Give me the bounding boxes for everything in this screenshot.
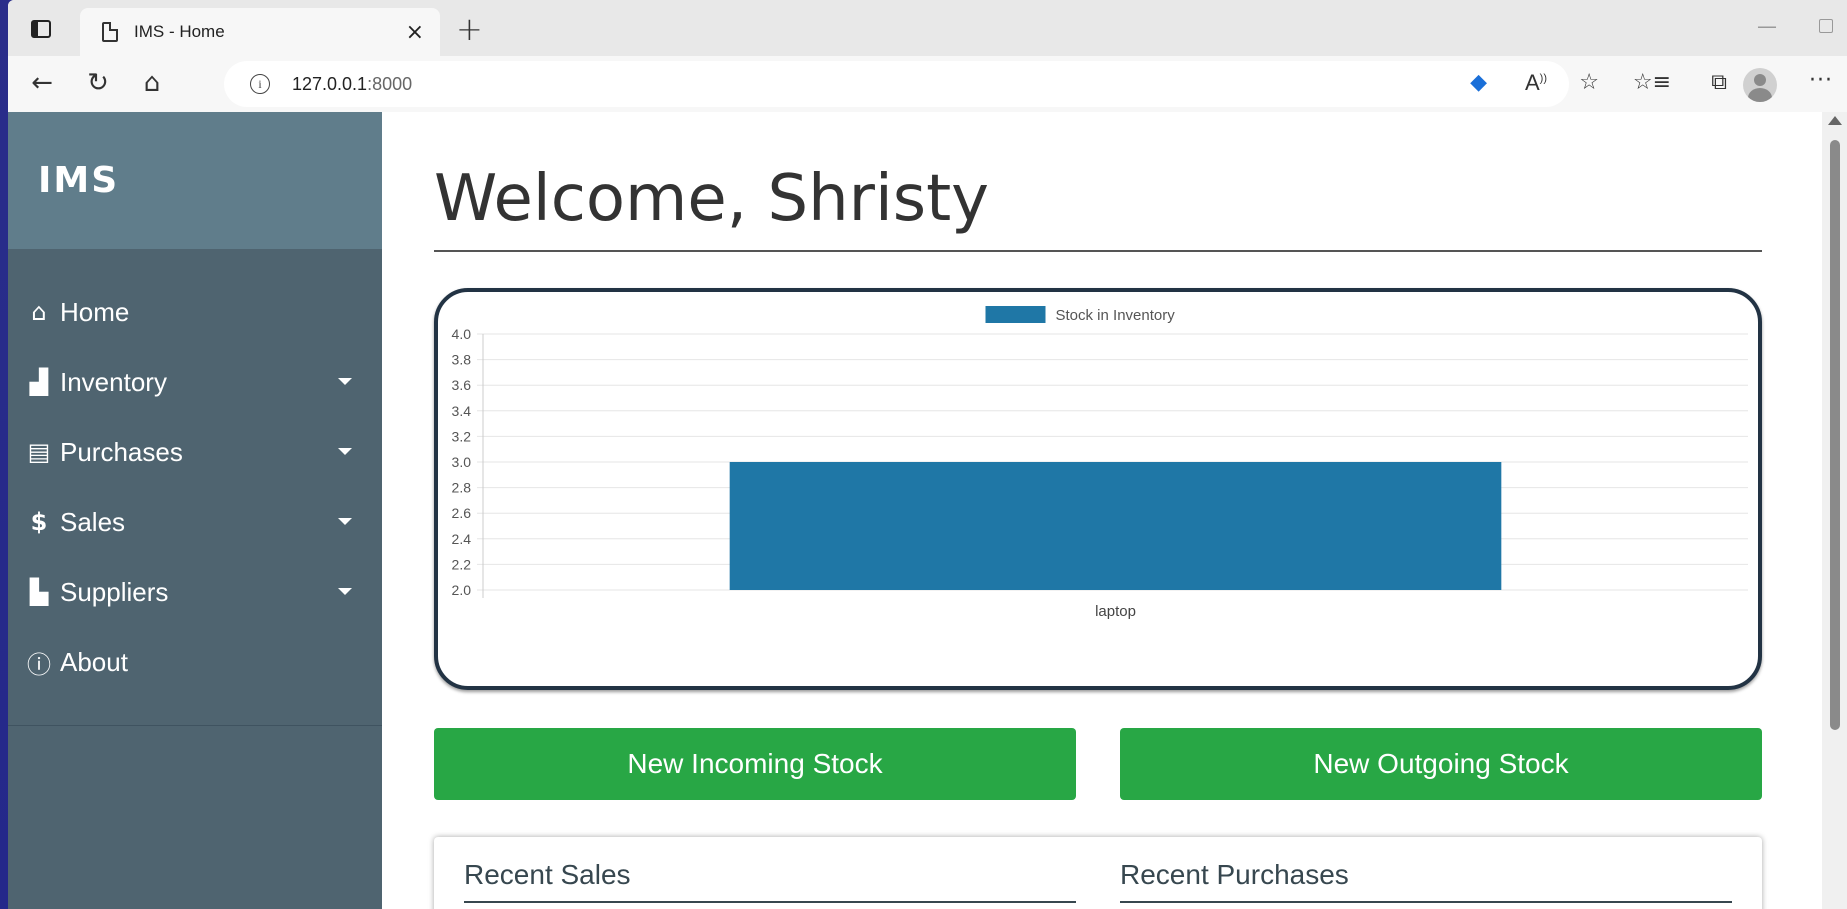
cash-register-icon: ▤ bbox=[27, 438, 51, 466]
shopping-tag-icon[interactable]: ◆ bbox=[1470, 70, 1487, 95]
site-info-icon[interactable]: i bbox=[250, 74, 270, 94]
sidebar: IMS ⌂ Home ▟ Inventory ▤ Purchases $ Sal… bbox=[8, 112, 382, 909]
new-incoming-stock-button[interactable]: New Incoming Stock bbox=[434, 728, 1076, 800]
sidebar-item-label: Sales bbox=[60, 506, 126, 537]
sidebar-item-suppliers[interactable]: ▙ Suppliers bbox=[8, 557, 382, 627]
tab-actions-icon[interactable] bbox=[26, 14, 56, 44]
recent-purchases-divider bbox=[1120, 901, 1732, 903]
y-tick-label: 4.0 bbox=[452, 326, 472, 342]
y-tick-label: 2.8 bbox=[452, 480, 472, 496]
caret-down-icon bbox=[338, 448, 352, 455]
sidebar-item-purchases[interactable]: ▤ Purchases bbox=[8, 417, 382, 487]
sidebar-item-label: Inventory bbox=[60, 366, 167, 397]
page-title: Welcome, Shristy bbox=[434, 162, 990, 236]
web-page: IMS ⌂ Home ▟ Inventory ▤ Purchases $ Sal… bbox=[8, 112, 1847, 909]
browser-window: IMS - Home × + — ← ↻ ⌂ i 127.0.0.1:8000 … bbox=[8, 0, 1847, 909]
scrollbar-thumb[interactable] bbox=[1830, 140, 1840, 730]
dollar-icon: $ bbox=[30, 508, 48, 536]
recent-sales-title: Recent Sales bbox=[464, 859, 631, 890]
x-tick-label: laptop bbox=[1095, 603, 1136, 620]
y-tick-label: 3.0 bbox=[452, 454, 472, 470]
y-tick-label: 2.4 bbox=[452, 531, 472, 547]
y-tick-label: 3.6 bbox=[452, 377, 472, 393]
recent-purchases-title: Recent Purchases bbox=[1120, 859, 1349, 890]
sidebar-item-label: Home bbox=[60, 296, 130, 327]
y-tick-label: 2.6 bbox=[452, 505, 472, 521]
home-browser-icon[interactable]: ⌂ bbox=[136, 68, 168, 98]
collections-icon[interactable]: ⧉ bbox=[1711, 70, 1727, 95]
add-favorite-icon[interactable]: ☆ bbox=[1579, 70, 1599, 95]
main-content: Welcome, Shristy 4.0 3.8 3.6 3.4 3.2 3.0 2.8 2.… bbox=[382, 112, 1822, 909]
sidebar-item-label: Suppliers bbox=[60, 576, 169, 607]
back-icon[interactable]: ← bbox=[26, 68, 58, 98]
y-tick-label: 3.8 bbox=[452, 352, 472, 368]
tab-title: IMS - Home bbox=[134, 22, 225, 41]
y-tick-label: 3.2 bbox=[452, 428, 472, 444]
minimize-button[interactable]: — bbox=[1757, 14, 1777, 38]
more-options-icon[interactable]: ··· bbox=[1809, 68, 1833, 93]
address-bar[interactable]: i 127.0.0.1:8000 bbox=[224, 61, 1569, 107]
url-port: :8000 bbox=[367, 73, 413, 94]
boxes-icon: ▟ bbox=[29, 368, 49, 396]
info-circle-icon: ⓘ bbox=[27, 650, 51, 679]
tab-bar: IMS - Home × + — bbox=[8, 0, 1847, 56]
legend-swatch bbox=[985, 306, 1046, 323]
scroll-up-icon[interactable] bbox=[1828, 116, 1842, 125]
maximize-button[interactable] bbox=[1819, 14, 1833, 38]
sidebar-item-sales[interactable]: $ Sales bbox=[8, 487, 382, 557]
scrollbar[interactable] bbox=[1822, 112, 1847, 909]
title-divider bbox=[434, 250, 1762, 252]
close-icon[interactable]: × bbox=[406, 20, 424, 45]
caret-down-icon bbox=[338, 378, 352, 385]
refresh-icon[interactable]: ↻ bbox=[82, 68, 114, 98]
brand-logo[interactable]: IMS bbox=[38, 160, 119, 201]
profile-avatar[interactable] bbox=[1743, 68, 1777, 102]
read-aloud-icon[interactable]: A)) bbox=[1525, 70, 1547, 96]
sidebar-nav: ⌂ Home ▟ Inventory ▤ Purchases $ Sales ▙… bbox=[8, 249, 382, 697]
brand-header: IMS bbox=[8, 112, 382, 249]
pallet-icon: ▙ bbox=[29, 578, 49, 606]
home-icon: ⌂ bbox=[31, 298, 47, 326]
tab-home[interactable]: IMS - Home × bbox=[80, 8, 440, 56]
stock-chart-card: 4.0 3.8 3.6 3.4 3.2 3.0 2.8 2.6 2.4 2.2 2.0 laptop S… bbox=[434, 288, 1762, 690]
new-tab-button[interactable]: + bbox=[456, 10, 483, 48]
recent-activity-card: Recent Sales Recent Purchases bbox=[434, 837, 1762, 909]
recent-sales-divider bbox=[464, 901, 1076, 903]
y-tick-label: 2.0 bbox=[452, 582, 472, 598]
caret-down-icon bbox=[338, 588, 352, 595]
stock-chart: 4.0 3.8 3.6 3.4 3.2 3.0 2.8 2.6 2.4 2.2 2.0 laptop S… bbox=[452, 306, 1748, 620]
sidebar-divider bbox=[8, 725, 382, 726]
new-outgoing-stock-button[interactable]: New Outgoing Stock bbox=[1120, 728, 1762, 800]
url-host: 127.0.0.1 bbox=[292, 73, 368, 94]
legend-label: Stock in Inventory bbox=[1056, 307, 1176, 324]
bar-laptop bbox=[729, 462, 1502, 590]
sidebar-item-inventory[interactable]: ▟ Inventory bbox=[8, 347, 382, 417]
sidebar-item-label: Purchases bbox=[60, 436, 183, 467]
y-tick-label: 3.4 bbox=[452, 403, 472, 419]
y-tick-label: 2.2 bbox=[452, 556, 472, 572]
sidebar-item-label: About bbox=[60, 646, 128, 677]
favorites-icon[interactable]: ☆≡ bbox=[1633, 70, 1671, 95]
sidebar-item-about[interactable]: ⓘ About bbox=[8, 627, 382, 697]
page-icon bbox=[102, 22, 118, 42]
address-bar-row: ← ↻ ⌂ i 127.0.0.1:8000 ◆ A)) ☆ ☆≡ ⧉ ··· bbox=[8, 56, 1847, 112]
caret-down-icon bbox=[338, 518, 352, 525]
sidebar-item-home[interactable]: ⌂ Home bbox=[8, 277, 382, 347]
